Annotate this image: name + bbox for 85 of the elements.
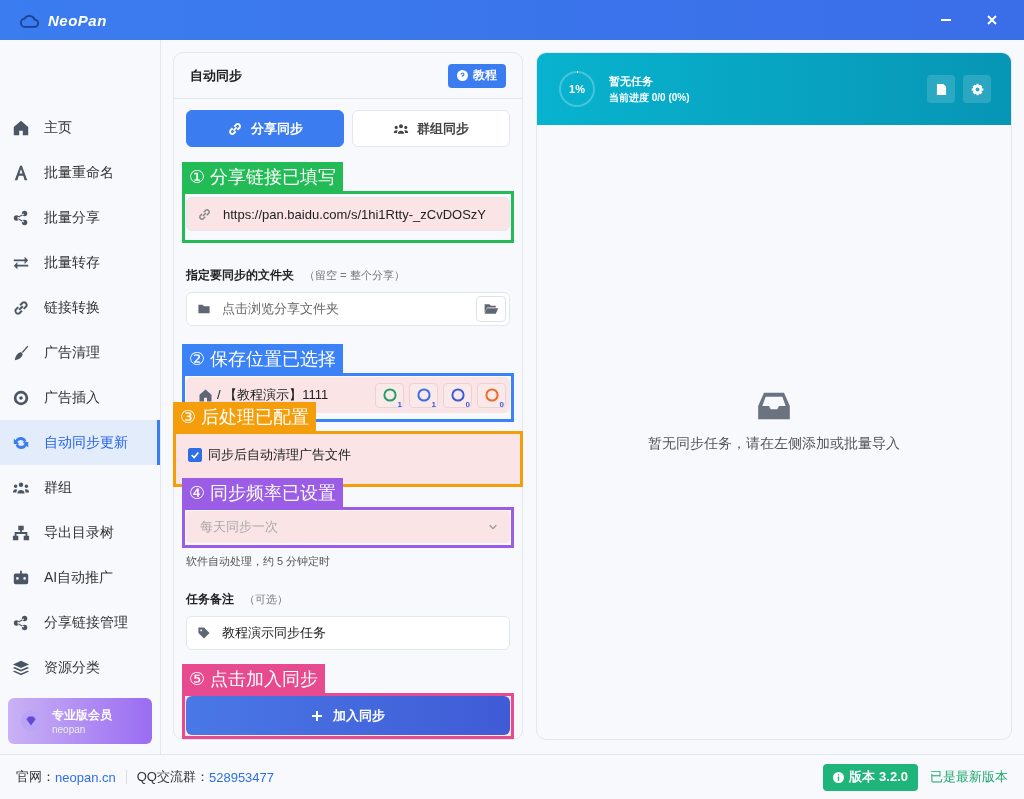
progress-text: 当前进度 0/0 (0%)	[609, 90, 691, 105]
gem-icon	[20, 710, 42, 732]
sidebar-item[interactable]: 链接转换	[0, 285, 160, 330]
folder-hint: （留空 = 整个分享）	[304, 268, 405, 283]
sidebar-item[interactable]: 自动同步更新	[0, 420, 160, 465]
close-icon[interactable]	[986, 14, 998, 26]
empty-message: 暂无同步任务，请在左侧添加或批量导入	[648, 435, 900, 453]
cloud-service-icon	[449, 387, 466, 403]
robot-icon	[12, 568, 30, 587]
sidebar-item[interactable]: 分享链接管理	[0, 600, 160, 645]
document-icon	[935, 82, 947, 96]
settings-icon	[970, 82, 984, 96]
target-icon	[12, 388, 30, 407]
version-badge: 版本 3.2.0	[823, 763, 918, 791]
sidebar-item[interactable]: 资源分类	[0, 645, 160, 690]
member-title: 专业版会员	[52, 707, 112, 724]
share-link-field[interactable]: https://pan.baidu.com/s/1hi1Rtty-_zCvDOSzY	[186, 197, 510, 231]
log-button[interactable]	[927, 75, 955, 103]
layers-icon	[12, 658, 30, 677]
sidebar-item[interactable]: 群组	[0, 465, 160, 510]
share-icon	[12, 208, 30, 227]
add-sync-button[interactable]: 加入同步	[186, 696, 510, 735]
sidebar-item[interactable]: AI自动推广	[0, 555, 160, 600]
progress-ring: 1%	[557, 69, 597, 109]
link-icon	[12, 298, 30, 317]
browse-folder-button[interactable]	[476, 296, 506, 322]
step-label: ② 保存位置已选择	[182, 344, 344, 373]
link-icon	[227, 120, 243, 137]
plus-icon	[311, 709, 323, 722]
sidebar-item[interactable]: 批量重命名	[0, 150, 160, 195]
qq-group-link[interactable]: 528953477	[208, 769, 275, 785]
sidebar-item[interactable]: 批量转存	[0, 240, 160, 285]
sidebar-item[interactable]: 广告清理	[0, 330, 160, 375]
cloud-service-icon	[483, 387, 500, 403]
step-label: ③ 后处理已配置	[173, 402, 317, 431]
cloud-account-button[interactable]: 0	[477, 382, 506, 408]
info-icon	[833, 771, 845, 783]
cloud-logo-icon	[20, 12, 40, 28]
checkbox-label: 同步后自动清理广告文件	[208, 446, 351, 464]
task-title: 暂无任务	[609, 73, 654, 89]
save-path: / 【教程演示】1111	[217, 386, 330, 404]
checkmark-icon	[190, 450, 200, 460]
folder-field[interactable]: 点击浏览分享文件夹	[186, 292, 510, 326]
cloud-account-button[interactable]: 1	[375, 382, 404, 408]
sidebar-item[interactable]: 主页	[0, 105, 160, 150]
frequency-hint: 软件自动处理，约 5 分钟定时	[186, 554, 332, 569]
mode-tab[interactable]: 分享同步	[186, 110, 344, 147]
settings-button[interactable]	[963, 75, 991, 103]
folder-label: 指定要同步的文件夹	[186, 267, 294, 284]
cloud-account-button[interactable]: 0	[443, 382, 472, 408]
note-field[interactable]: 教程演示同步任务	[186, 616, 510, 650]
sidebar-item[interactable]: 广告插入	[0, 375, 160, 420]
broom-icon	[12, 343, 30, 362]
tag-icon	[197, 626, 211, 640]
letter-icon	[12, 163, 30, 182]
sidebar-item[interactable]: 导出目录树	[0, 510, 160, 555]
website-link[interactable]: neopan.cn	[55, 769, 116, 785]
folder-icon	[483, 301, 499, 317]
cloud-service-icon	[381, 387, 398, 403]
share-icon	[12, 613, 30, 632]
website-label: 官网：	[16, 768, 55, 786]
app-title: NeoPan	[48, 11, 107, 29]
update-status: 已是最新版本	[930, 768, 1008, 786]
link-icon	[197, 206, 212, 222]
sidebar-item[interactable]: 批量分享	[0, 195, 160, 240]
cloud-service-icon	[415, 387, 432, 403]
folder-icon	[197, 302, 211, 316]
member-username: neopan	[52, 724, 87, 735]
step-label: ④ 同步频率已设置	[182, 478, 344, 507]
mode-tab[interactable]: 群组同步	[352, 110, 510, 147]
step-label: ① 分享链接已填写	[182, 162, 344, 191]
qq-group-label: QQ交流群：	[136, 768, 209, 786]
home-icon	[198, 387, 213, 403]
cloud-account-button[interactable]: 1	[409, 382, 438, 408]
step-label: ⑤ 点击加入同步	[182, 664, 326, 693]
tutorial-button[interactable]: 教程	[448, 63, 506, 88]
panel-title: 自动同步	[190, 66, 242, 85]
tree-icon	[12, 523, 30, 542]
note-label: 任务备注	[186, 591, 234, 608]
help-icon	[457, 70, 468, 81]
inbox-icon	[757, 391, 791, 421]
home-icon	[12, 118, 30, 137]
chevron-down-icon	[488, 522, 498, 532]
note-hint: （可选）	[244, 592, 288, 607]
checkbox[interactable]	[188, 448, 202, 462]
